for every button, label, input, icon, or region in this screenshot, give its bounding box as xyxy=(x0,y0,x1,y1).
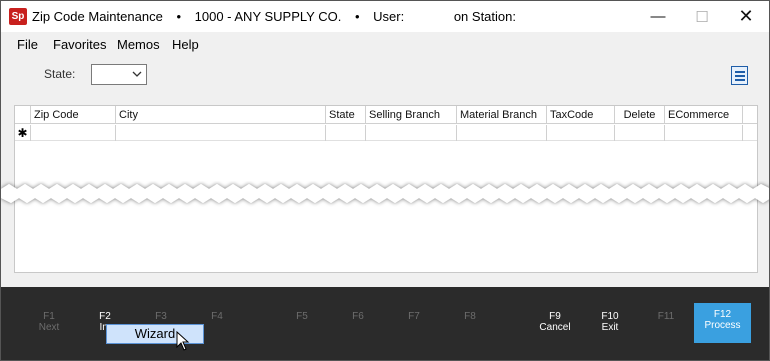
cell-state[interactable] xyxy=(326,125,366,141)
f11-key: F11 xyxy=(638,311,694,322)
user-label: User: xyxy=(373,9,405,24)
f10-action-label: Exit xyxy=(601,322,619,333)
f8-key-label: F8 xyxy=(464,311,476,322)
column-delete[interactable]: Delete xyxy=(615,106,665,124)
cell-selling-branch[interactable] xyxy=(366,125,457,141)
f9-cancel-key[interactable]: F9 Cancel xyxy=(527,311,583,333)
f4-key: F4 xyxy=(189,311,245,322)
f5-key: F5 xyxy=(274,311,330,322)
f8-key: F8 xyxy=(442,311,498,322)
f3-key: F3 xyxy=(133,311,189,322)
menu-bar: File Favorites Memos Help xyxy=(1,34,769,54)
grid-header: Zip Code City State Selling Branch Mater… xyxy=(15,106,757,124)
column-material-branch[interactable]: Material Branch xyxy=(457,106,547,124)
column-city[interactable]: City xyxy=(116,106,326,124)
column-state[interactable]: State xyxy=(326,106,366,124)
row-header-cell xyxy=(15,106,31,124)
state-dropdown[interactable] xyxy=(91,64,147,85)
f12-process-button[interactable]: F12 Process xyxy=(694,303,751,343)
maximize-button[interactable]: ☐ xyxy=(679,1,725,32)
f9-action-label: Cancel xyxy=(539,322,571,333)
f5-key-label: F5 xyxy=(296,311,308,322)
f9-key-label: F9 xyxy=(549,311,561,322)
f4-key-label: F4 xyxy=(211,311,223,322)
minimize-button[interactable]: — xyxy=(635,1,681,32)
f1-key-label: F1 xyxy=(43,311,55,322)
f11-key-label: F11 xyxy=(657,311,675,322)
station-label: on Station: xyxy=(453,9,516,24)
column-selling-branch[interactable]: Selling Branch xyxy=(366,106,457,124)
cell-delete[interactable] xyxy=(615,125,665,141)
mouse-cursor-icon xyxy=(176,331,190,351)
f2-key-label: F2 xyxy=(99,311,111,322)
cell-taxcode[interactable] xyxy=(547,125,615,141)
company-name: 1000 - ANY SUPPLY CO. xyxy=(194,9,342,24)
cell-ecommerce[interactable] xyxy=(665,125,743,141)
f10-key-label: F10 xyxy=(601,311,619,322)
new-row-indicator: ✱ xyxy=(15,125,31,141)
menu-file[interactable]: File xyxy=(17,37,38,52)
f7-key-label: F7 xyxy=(408,311,420,322)
cell-city[interactable] xyxy=(116,125,326,141)
hamburger-menu-icon[interactable] xyxy=(731,66,748,85)
f1-next-key: F1 Next xyxy=(21,311,77,333)
chevron-down-icon xyxy=(132,71,142,77)
menu-favorites[interactable]: Favorites xyxy=(53,37,106,52)
title-separator: • xyxy=(176,9,181,24)
f10-exit-key[interactable]: F10 Exit xyxy=(582,311,638,333)
column-zip-code[interactable]: Zip Code xyxy=(31,106,116,124)
app-logo-icon: Sp xyxy=(9,8,27,25)
f6-key-label: F6 xyxy=(352,311,364,322)
menu-memos[interactable]: Memos xyxy=(117,37,160,52)
f7-key: F7 xyxy=(386,311,442,322)
f12-action-label: Process xyxy=(704,320,741,331)
cell-zip-code[interactable] xyxy=(31,125,116,141)
f12-key-label: F12 xyxy=(713,309,732,320)
f3-key-label: F3 xyxy=(155,311,167,322)
column-ecommerce[interactable]: ECommerce xyxy=(665,106,743,124)
zip-code-maintenance-window: Sp Zip Code Maintenance • 1000 - ANY SUP… xyxy=(0,0,770,361)
menu-help[interactable]: Help xyxy=(172,37,199,52)
window-title: Zip Code Maintenance • 1000 - ANY SUPPLY… xyxy=(32,9,526,24)
close-button[interactable]: ✕ xyxy=(723,1,769,32)
f6-key: F6 xyxy=(330,311,386,322)
column-taxcode[interactable]: TaxCode xyxy=(547,106,615,124)
state-label: State: xyxy=(44,67,76,81)
cell-material-branch[interactable] xyxy=(457,125,547,141)
torn-edge-divider xyxy=(1,184,769,203)
title-separator: • xyxy=(354,9,360,24)
window-title-name: Zip Code Maintenance xyxy=(32,9,163,24)
title-bar: Sp Zip Code Maintenance • 1000 - ANY SUP… xyxy=(1,1,769,32)
new-row[interactable]: ✱ xyxy=(15,125,757,141)
f1-action-label: Next xyxy=(38,322,60,333)
